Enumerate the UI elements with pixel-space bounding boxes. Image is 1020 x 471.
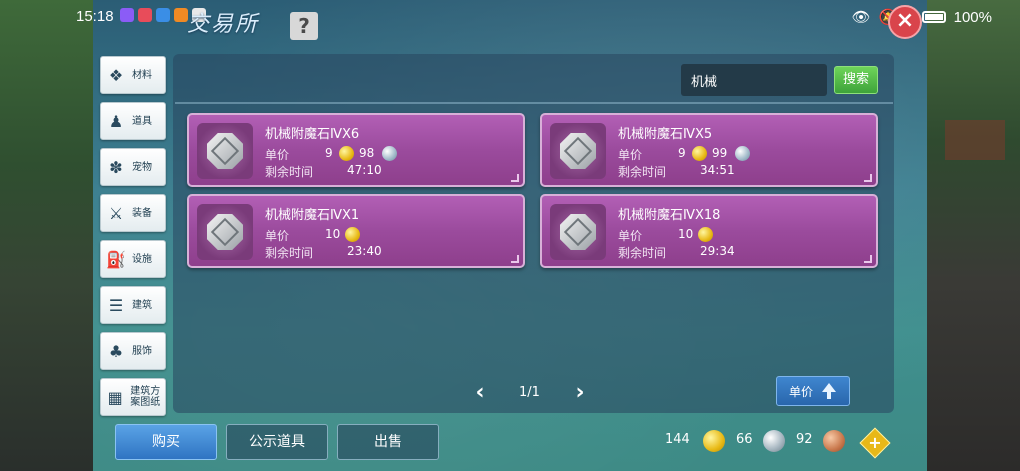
sidebar-item-pets[interactable]: ✽ 宠物 [100,148,166,186]
remaining-time: 47:10 [347,163,382,177]
clothing-icon: ♣ [108,341,124,361]
silver-price: 99 [712,146,728,160]
silver-coin-icon [735,146,750,161]
corner-decoration [511,255,519,263]
page-indicator: 1/1 [519,385,540,400]
status-time: 15:18 [76,8,114,25]
sidebar-item-label: 装备 [132,207,152,219]
gold-coin-icon [692,146,707,161]
props-icon: ♟ [108,111,124,131]
time-label: 剩余时间 [618,246,667,260]
silver-balance: 66 [736,432,753,447]
app-notification-icon [120,8,134,22]
tab-public-items[interactable]: 公示道具 [226,424,328,460]
gold-balance: 144 [665,432,690,447]
gold-coin-icon [703,430,725,452]
sort-by-price-button[interactable]: 单价 [776,376,850,406]
app-notification-icon [174,8,188,22]
sidebar-item-equipment[interactable]: ⚔ 装备 [100,194,166,232]
sort-arrow-icon [821,383,837,399]
price-label: 单价 [265,229,290,243]
page-title: 交易所 [187,12,260,37]
sidebar-item-label: 材料 [132,69,152,81]
close-button[interactable]: × [888,5,922,39]
sidebar-item-label: 服饰 [132,345,152,357]
next-page-button[interactable]: › [570,380,590,406]
sort-label: 单价 [788,384,813,399]
time-label: 剩余时间 [265,246,314,260]
remaining-time: 29:34 [700,244,735,258]
sidebar-item-clothing[interactable]: ♣ 服饰 [100,332,166,370]
app-notification-icon [138,8,152,22]
battery-icon [921,11,946,23]
listing-card[interactable]: 机械附魔石ⅣX6 单价 9 98 剩余时间 47:10 [187,113,525,187]
silver-coin-icon [763,430,785,452]
price-label: 单价 [265,148,290,162]
listing-card[interactable]: 机械附魔石ⅣX18 单价 10 剩余时间 29:34 [540,194,878,268]
sidebar-item-label: 建筑 [132,299,152,311]
materials-icon: ❖ [108,65,124,85]
prev-page-button[interactable]: ‹ [470,380,490,406]
sidebar-item-blueprint[interactable]: ▦ 建筑方案图纸 [100,378,166,416]
search-button[interactable]: 搜索 [834,66,878,94]
sidebar-item-props[interactable]: ♟ 道具 [100,102,166,140]
sidebar-item-label: 建筑方案图纸 [130,386,161,408]
sidebar-item-building[interactable]: ☰ 建筑 [100,286,166,324]
time-label: 剩余时间 [618,165,667,179]
eye-icon: 👁 [851,9,871,26]
sidebar-item-label: 设施 [132,253,152,265]
help-button[interactable]: ? [290,12,318,40]
gold-price: 10 [325,227,341,241]
gold-price: 10 [678,227,694,241]
tab-sell[interactable]: 出售 [337,424,439,460]
category-sidebar: ❖ 材料 ♟ 道具 ✽ 宠物 ⚔ 装备 ⛽ 设施 ☰ 建筑 ♣ 服饰 ▦ 建筑方… [100,56,166,424]
item-name: 机械附魔石ⅣX6 [265,127,360,142]
copper-balance: 92 [796,432,813,447]
item-name: 机械附魔石ⅣX18 [618,208,721,223]
corner-decoration [864,174,872,182]
price-label: 单价 [618,148,643,162]
blueprint-icon: ▦ [107,387,123,407]
gold-coin-icon [345,227,360,242]
plus-icon: + [868,433,882,452]
divider [175,102,893,104]
battery-level: 100% [953,8,992,26]
corner-decoration [864,255,872,263]
tab-buy[interactable]: 购买 [115,424,217,460]
enchant-stone-icon [197,123,253,179]
search-input[interactable] [681,64,827,96]
corner-decoration [511,174,519,182]
gold-price: 9 [678,146,686,160]
app-notification-icon [156,8,170,22]
equipment-icon: ⚔ [108,203,124,223]
gold-price: 9 [325,146,333,160]
enchant-stone-icon [197,204,253,260]
silver-price: 98 [359,146,375,160]
pet-paw-icon: ✽ [109,157,123,177]
facility-icon: ⛽ [106,249,126,269]
copper-coin-icon [823,430,845,452]
time-label: 剩余时间 [265,165,314,179]
remaining-time: 34:51 [700,163,735,177]
sidebar-item-label: 道具 [132,115,152,127]
enchant-stone-icon [550,204,606,260]
listing-card[interactable]: 机械附魔石ⅣX1 单价 10 剩余时间 23:40 [187,194,525,268]
gold-coin-icon [698,227,713,242]
gold-coin-icon [339,146,354,161]
building-icon: ☰ [108,295,124,315]
listing-card[interactable]: 机械附魔石ⅣX5 单价 9 99 剩余时间 34:51 [540,113,878,187]
sidebar-item-label: 宠物 [132,161,152,173]
enchant-stone-icon [550,123,606,179]
silver-coin-icon [382,146,397,161]
item-name: 机械附魔石ⅣX1 [265,208,360,223]
sidebar-item-facility[interactable]: ⛽ 设施 [100,240,166,278]
remaining-time: 23:40 [347,244,382,258]
price-label: 单价 [618,229,643,243]
sidebar-item-materials[interactable]: ❖ 材料 [100,56,166,94]
item-name: 机械附魔石ⅣX5 [618,127,713,142]
game-world-background-left [0,0,95,471]
game-world-background-right [925,0,1020,471]
